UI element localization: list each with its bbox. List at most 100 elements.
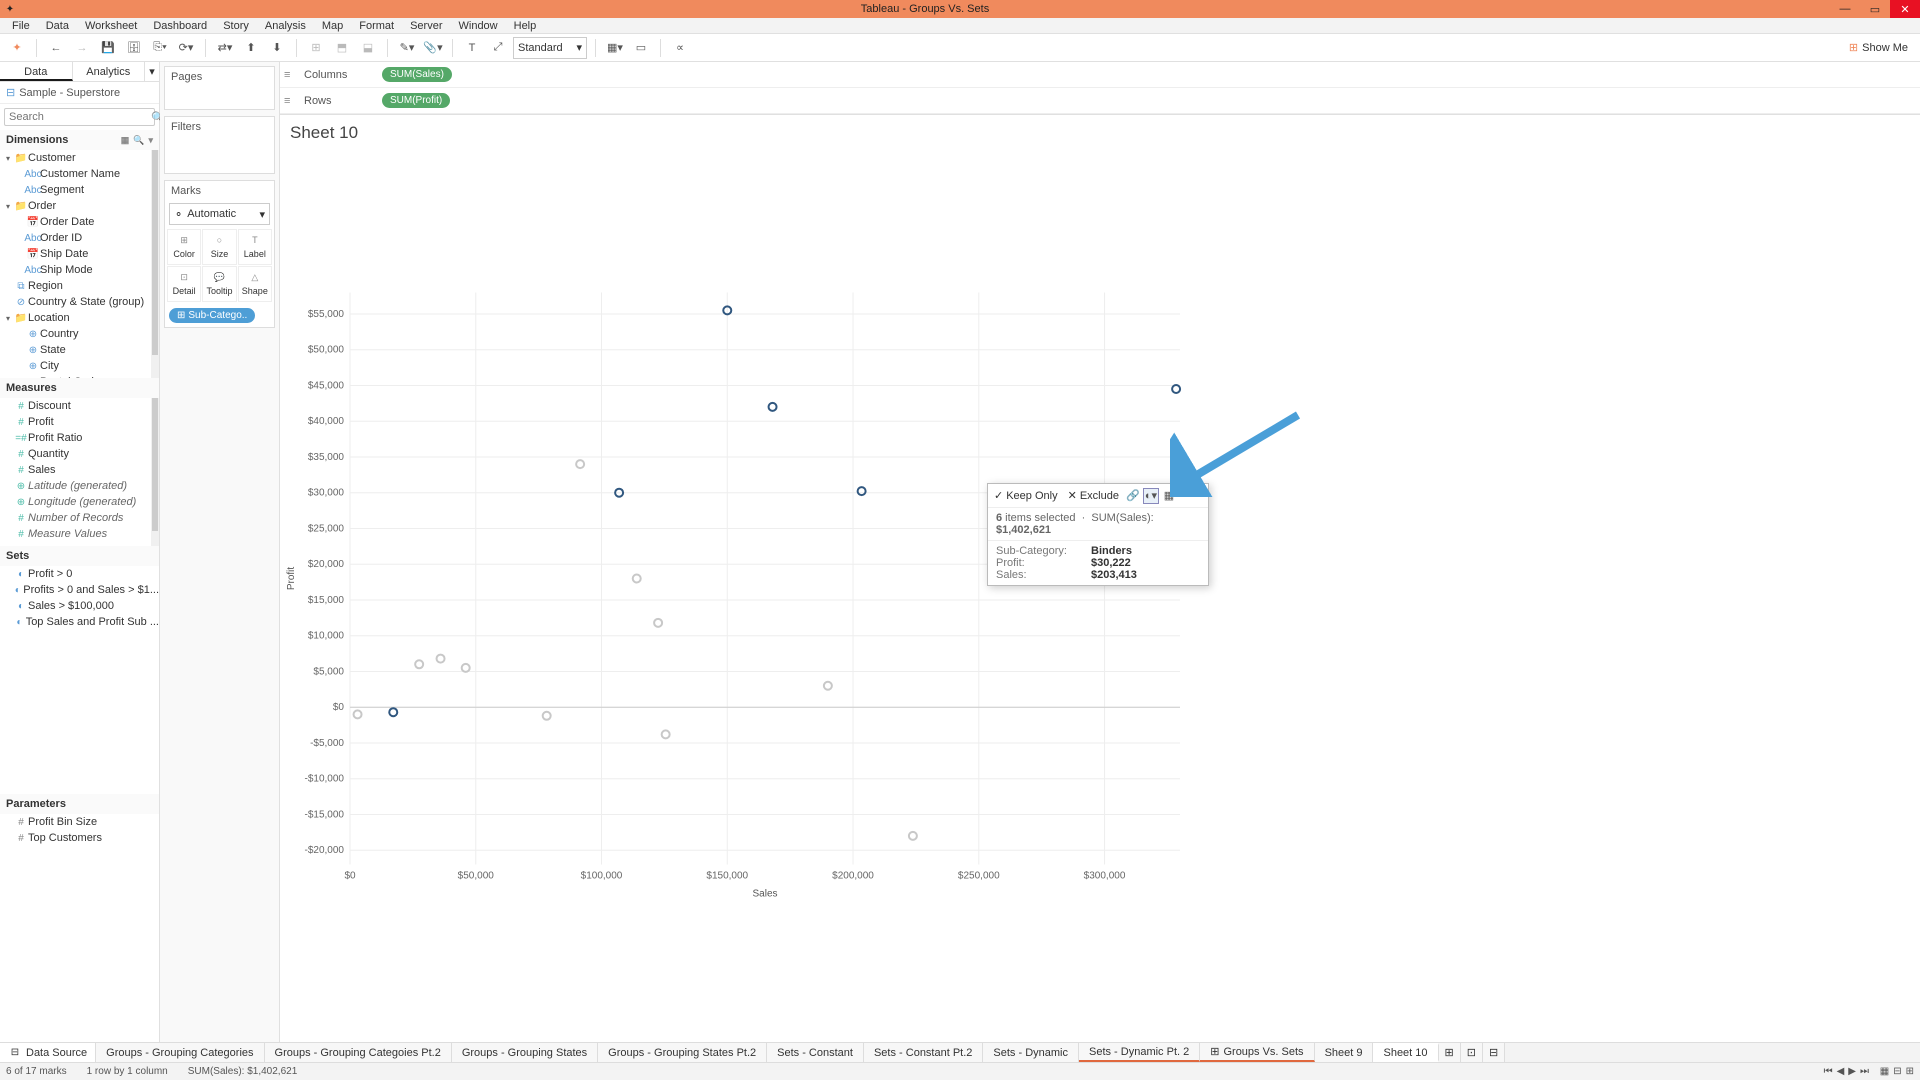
mark-color[interactable]: ⊞Color: [167, 229, 201, 265]
search-input[interactable]: [9, 111, 151, 123]
field-customer-name[interactable]: AbcCustomer Name: [0, 166, 159, 182]
field-top-sales-and-profit-sub-[interactable]: ◐Top Sales and Profit Sub ...: [0, 614, 159, 630]
keep-only-button[interactable]: ✓Keep Only: [990, 487, 1062, 504]
group-button[interactable]: ⊞: [305, 37, 327, 59]
field-customer[interactable]: ▾📁Customer: [0, 150, 159, 166]
view-filmstrip-icon[interactable]: ⊟: [1893, 1066, 1901, 1077]
highlight-button[interactable]: ✎▾: [396, 37, 418, 59]
exclude-button[interactable]: ✕Exclude: [1064, 487, 1123, 504]
maximize-button[interactable]: ▭: [1860, 0, 1890, 18]
field-segment[interactable]: AbcSegment: [0, 182, 159, 198]
field-latitude-generated-[interactable]: ⊕Latitude (generated): [0, 478, 159, 494]
nav-last-icon[interactable]: ⏭: [1860, 1066, 1869, 1077]
columns-pill-sales[interactable]: SUM(Sales): [382, 67, 452, 82]
group-members-button[interactable]: 🔗: [1125, 488, 1141, 504]
pages-shelf[interactable]: Pages: [165, 67, 274, 87]
mark-detail[interactable]: ⊡Detail: [167, 266, 201, 302]
forward-button[interactable]: →: [71, 37, 93, 59]
menu-icon[interactable]: ▾: [148, 135, 153, 146]
field-state[interactable]: ⊕State: [0, 342, 159, 358]
field-sales-100-000[interactable]: ◐Sales > $100,000: [0, 598, 159, 614]
field-top-customers[interactable]: #Top Customers: [0, 830, 159, 846]
mark-label[interactable]: TLabel: [238, 229, 272, 265]
labels-button[interactable]: ⬓: [357, 37, 379, 59]
menu-worksheet[interactable]: Worksheet: [77, 20, 145, 32]
marks-type-dropdown[interactable]: ⚬Automatic▾: [169, 203, 270, 225]
filters-shelf[interactable]: Filters: [165, 117, 274, 137]
fit-dropdown[interactable]: Standard▾: [513, 37, 587, 59]
save-button[interactable]: 💾: [97, 37, 119, 59]
sheet-title[interactable]: Sheet 10: [280, 115, 1920, 147]
menu-analysis[interactable]: Analysis: [257, 20, 314, 32]
swap-button[interactable]: ⇄▾: [214, 37, 236, 59]
field-profit-0[interactable]: ◐Profit > 0: [0, 566, 159, 582]
tab-groups-grouping-states-pt-2[interactable]: Groups - Grouping States Pt.2: [598, 1043, 767, 1062]
field-order[interactable]: ▾📁Order: [0, 198, 159, 214]
tab-sets-dynamic[interactable]: Sets - Dynamic: [983, 1043, 1079, 1062]
field-location[interactable]: ▾📁Location: [0, 310, 159, 326]
totals-button[interactable]: ⬒: [331, 37, 353, 59]
field-profit-bin-size[interactable]: #Profit Bin Size: [0, 814, 159, 830]
view-tabs-icon[interactable]: ▦: [1880, 1066, 1889, 1077]
field-ship-date[interactable]: 📅Ship Date: [0, 246, 159, 262]
tab-analytics[interactable]: Analytics: [73, 62, 146, 81]
datasource-tab[interactable]: ⊟Data Source: [0, 1043, 96, 1062]
field-number-of-records[interactable]: #Number of Records: [0, 510, 159, 526]
tab-sets-constant-pt-2[interactable]: Sets - Constant Pt.2: [864, 1043, 983, 1062]
view-data-button[interactable]: ▦: [1161, 488, 1177, 504]
tab-sheet-10[interactable]: Sheet 10: [1373, 1043, 1438, 1062]
sort-desc-button[interactable]: ⬇: [266, 37, 288, 59]
nav-prev-icon[interactable]: ◀: [1837, 1066, 1845, 1077]
field-order-id[interactable]: AbcOrder ID: [0, 230, 159, 246]
field-country-state-group-[interactable]: ⊘Country & State (group): [0, 294, 159, 310]
tableau-icon[interactable]: ✦: [6, 37, 28, 59]
create-set-button[interactable]: ◐▾: [1143, 488, 1159, 504]
datasource-row[interactable]: ⊟ Sample - Superstore: [0, 82, 159, 104]
view-thumbs-icon[interactable]: ⊞: [1906, 1066, 1914, 1077]
mark-tooltip[interactable]: 💬Tooltip: [202, 266, 236, 302]
mark-shape[interactable]: △Shape: [238, 266, 272, 302]
new-story-button[interactable]: ⊟: [1483, 1043, 1505, 1062]
field-quantity[interactable]: #Quantity: [0, 446, 159, 462]
new-dashboard-button[interactable]: ⊡: [1461, 1043, 1483, 1062]
share-button[interactable]: ∝: [669, 37, 691, 59]
pane-dropdown[interactable]: ▾: [145, 62, 159, 81]
search-box[interactable]: 🔍: [4, 108, 155, 126]
tab-sheet-9[interactable]: Sheet 9: [1315, 1043, 1374, 1062]
back-button[interactable]: ←: [45, 37, 67, 59]
presentation-button[interactable]: ▭: [630, 37, 652, 59]
nav-next-icon[interactable]: ▶: [1848, 1066, 1856, 1077]
tab-groups-grouping-categories[interactable]: Groups - Grouping Categories: [96, 1043, 264, 1062]
menu-help[interactable]: Help: [506, 20, 545, 32]
rows-pill-profit[interactable]: SUM(Profit): [382, 93, 450, 108]
menu-story[interactable]: Story: [215, 20, 257, 32]
annotate-button[interactable]: 📎▾: [422, 37, 444, 59]
field-longitude-generated-[interactable]: ⊕Longitude (generated): [0, 494, 159, 510]
field-sales[interactable]: #Sales: [0, 462, 159, 478]
find-icon[interactable]: 🔍: [133, 135, 144, 146]
menu-file[interactable]: File: [4, 20, 38, 32]
menu-dashboard[interactable]: Dashboard: [145, 20, 215, 32]
refresh-button[interactable]: ⟳▾: [175, 37, 197, 59]
field-profit-ratio[interactable]: =#Profit Ratio: [0, 430, 159, 446]
new-datasource-button[interactable]: 🗄: [123, 37, 145, 59]
nav-first-icon[interactable]: ⏮: [1824, 1066, 1833, 1077]
field-postal-code[interactable]: ⊕Postal Code: [0, 374, 159, 378]
tab-sets-dynamic-pt-2[interactable]: Sets - Dynamic Pt. 2: [1079, 1043, 1200, 1062]
field-profit[interactable]: #Profit: [0, 414, 159, 430]
marks-pill-subcategory[interactable]: ⊞Sub-Catego..: [169, 308, 255, 323]
field-order-date[interactable]: 📅Order Date: [0, 214, 159, 230]
field-ship-mode[interactable]: AbcShip Mode: [0, 262, 159, 278]
new-worksheet-dropdown[interactable]: ⎘▾: [149, 37, 171, 59]
close-button[interactable]: ✕: [1890, 0, 1920, 18]
tab-groups-grouping-states[interactable]: Groups - Grouping States: [452, 1043, 598, 1062]
field-country[interactable]: ⊕Country: [0, 326, 159, 342]
tab-sets-constant[interactable]: Sets - Constant: [767, 1043, 864, 1062]
sort-asc-button[interactable]: ⬆: [240, 37, 262, 59]
tab-groups-vs-sets[interactable]: ⊞Groups Vs. Sets: [1200, 1043, 1314, 1062]
field-profits-0-and-sales-1-[interactable]: ◐Profits > 0 and Sales > $1...: [0, 582, 159, 598]
field-region[interactable]: ⧉Region: [0, 278, 159, 294]
field-discount[interactable]: #Discount: [0, 398, 159, 414]
tab-data[interactable]: Data: [0, 62, 73, 81]
text-button[interactable]: T: [461, 37, 483, 59]
